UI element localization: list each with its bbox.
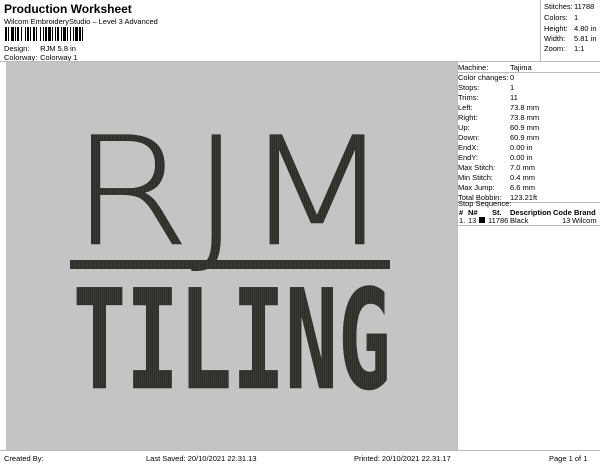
last-saved: Last Saved: 20/10/2021 22.31.13 (146, 454, 257, 463)
info-left: Left: 73.8 mm (458, 103, 540, 112)
printed-date: Printed: 20/10/2021 22.31.17 (354, 454, 451, 463)
info-max-stitch: Max Stitch: 7.0 mm (458, 163, 536, 172)
machine-info-panel: Machine: Tajima Color changes: 0 Stops: 1 T… (457, 62, 600, 450)
created-by: Created By: (4, 454, 44, 463)
info-stops: Stops: 1 (458, 83, 515, 92)
info-color-changes: Color changes: 0 (458, 73, 515, 82)
info-endx: EndX: 0.00 in (458, 143, 533, 152)
stat-height: Height: 4.80 in (544, 24, 597, 33)
info-right: Right: 73.8 mm (458, 113, 540, 122)
page-number: Page 1 of 1 (549, 454, 588, 463)
embroidery-design: RJM TILING (70, 106, 393, 422)
worksheet-title: Production Worksheet (4, 2, 132, 16)
design-label: Design: (4, 44, 30, 53)
design-row: Design: RJM 5.8 in (4, 44, 76, 53)
software-name: Wilcom EmbroideryStudio – Level 3 Advanc… (4, 17, 158, 26)
info-max-jump: Max Jump: 6.6 mm (458, 183, 536, 192)
worksheet-footer: Created By: Last Saved: 20/10/2021 22.31… (0, 450, 600, 464)
stat-colors: Colors: 1 (544, 13, 579, 22)
design-value: RJM 5.8 in (40, 44, 76, 53)
stats-box: Stitches:11788 Colors: 1 Height: 4.80 in W… (540, 0, 600, 62)
worksheet-header: Production Worksheet Wilcom EmbroiderySt… (0, 0, 540, 62)
info-down: Down: 60.9 mm (458, 133, 540, 142)
info-min-stitch: Min Stitch: 0.4 mm (458, 173, 536, 182)
stat-width: Width: 5.81 in (544, 34, 597, 43)
design-text-rjm: RJM (70, 106, 392, 280)
info-trims: Trims: 11 (458, 93, 518, 102)
barcode (5, 27, 83, 41)
info-machine: Machine: Tajima (458, 63, 532, 72)
info-divider (458, 225, 600, 226)
color-swatch (479, 217, 485, 223)
design-preview: RJM TILING (6, 62, 457, 450)
info-endy: EndY: 0.00 in (458, 153, 533, 162)
stat-zoom: Zoom: 1:1 (544, 44, 585, 53)
info-up: Up: 60.9 mm (458, 123, 540, 132)
design-text-tiling: TILING (73, 260, 391, 421)
stop-sequence-title: Stop Sequence: (458, 199, 512, 208)
stat-stitches: Stitches:11788 (544, 2, 595, 11)
